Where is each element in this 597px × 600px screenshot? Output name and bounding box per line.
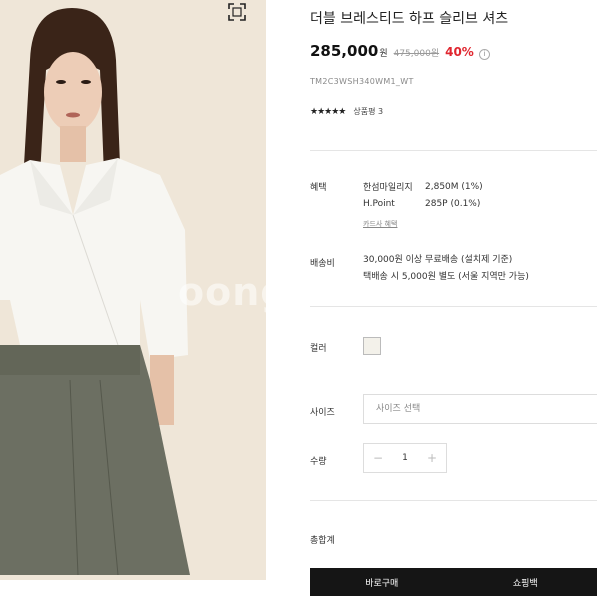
divider: [310, 306, 597, 307]
color-swatch-white[interactable]: [363, 337, 381, 355]
quantity-label: 수량: [310, 454, 327, 467]
benefit-row: H.Point 285P (0.1%): [363, 195, 483, 212]
minus-button[interactable]: −: [364, 451, 392, 465]
info-icon[interactable]: i: [479, 49, 490, 60]
delivery-line: 30,000원 이상 무료배송 (설치제 기준): [363, 252, 529, 269]
review-link[interactable]: 상품평 3: [353, 106, 383, 117]
expand-icon[interactable]: [227, 2, 247, 22]
sale-price: 285,000: [310, 42, 378, 60]
benefit-row: 한섬마일리지 2,850M (1%): [363, 178, 483, 195]
divider: [310, 150, 597, 151]
benefit-label: 혜택: [310, 180, 327, 193]
card-benefit-link[interactable]: 카드사 혜택: [363, 219, 397, 229]
benefit-table: 한섬마일리지 2,850M (1%) H.Point 285P (0.1%): [363, 178, 483, 212]
benefit-key: 한섬마일리지: [363, 180, 425, 193]
benefit-key: H.Point: [363, 199, 425, 209]
delivery-line: 택배송 시 5,000원 별도 (서울 지역만 가능): [363, 269, 529, 286]
star-rating: ★★★★★: [310, 107, 345, 117]
discount-badge: 40%: [445, 45, 474, 59]
price-row: 285,000 원 475,000원 40% i: [310, 42, 490, 60]
size-label: 사이즈: [310, 405, 335, 418]
original-price: 475,000원: [394, 46, 440, 59]
buy-now-button[interactable]: 바로구매: [310, 568, 454, 596]
quantity-value[interactable]: 1: [392, 453, 418, 463]
benefit-value: 285P (0.1%): [425, 199, 480, 209]
delivery-label: 배송비: [310, 256, 335, 269]
product-title: 더블 브레스티드 하프 슬리브 셔츠: [310, 8, 508, 28]
benefit-value: 2,850M (1%): [425, 182, 483, 192]
product-image: oong: [0, 0, 266, 580]
action-bar: 바로구매 쇼핑백: [310, 568, 597, 596]
rating-row: ★★★★★ 상품평 3: [310, 106, 383, 117]
color-label: 컬러: [310, 341, 327, 354]
quantity-stepper: − 1 +: [363, 443, 447, 473]
plus-button[interactable]: +: [418, 451, 446, 465]
total-label: 총합계: [310, 533, 335, 546]
shopping-bag-button[interactable]: 쇼핑백: [454, 568, 597, 596]
size-select[interactable]: 사이즈 선택: [363, 394, 597, 424]
product-code: TM2C3WSH340WM1_WT: [310, 77, 414, 86]
currency-label: 원: [379, 46, 387, 59]
divider: [310, 500, 597, 501]
watermark-text: oong: [178, 270, 266, 314]
delivery-info: 30,000원 이상 무료배송 (설치제 기준) 택배송 시 5,000원 별도…: [363, 252, 529, 286]
